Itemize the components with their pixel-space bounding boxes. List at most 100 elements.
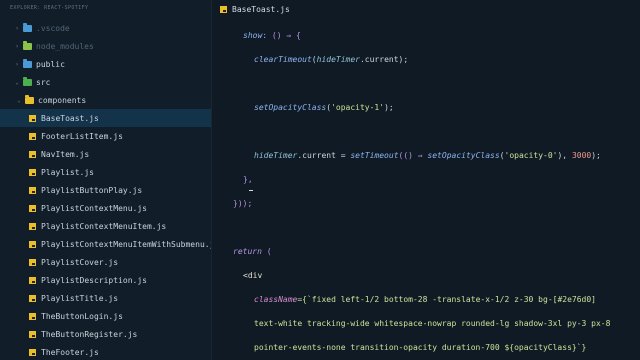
code-editor[interactable]: BaseToast.js show: () ⇒ { clearTimeout(h… — [212, 0, 640, 360]
js-file-icon — [29, 258, 36, 266]
code-token: setOpacityClass — [254, 103, 327, 112]
tree-folder-components[interactable]: ⌄ components — [0, 91, 211, 109]
code-token: <div — [243, 271, 263, 280]
tree-file[interactable]: PlaylistTitle.js — [0, 289, 211, 307]
tree-file[interactable]: PlaylistButtonPlay.js — [0, 181, 211, 199]
js-file-icon — [29, 114, 36, 122]
js-file-icon — [29, 168, 36, 176]
code-token: text-white tracking-wide whitespace-nowr… — [254, 319, 611, 328]
code-line: pointer-events-none transition-opacity d… — [254, 343, 586, 352]
js-file-icon — [29, 348, 36, 356]
tree-item-label: PlaylistContextMenu.js — [41, 203, 147, 213]
tree-file[interactable]: TheButtonRegister.js — [0, 325, 211, 343]
tree-item-label: TheButtonLogin.js — [41, 311, 123, 321]
tree-item-label: public — [36, 59, 65, 69]
tree-file[interactable]: PlaylistCover.js — [0, 253, 211, 271]
code-token: className — [254, 295, 298, 304]
tree-file[interactable]: TheButtonLogin.js — [0, 307, 211, 325]
tree-item-label: PlaylistDescription.js — [41, 275, 147, 285]
code-token: (() ⇒ — [398, 151, 428, 160]
folder-icon — [23, 40, 32, 50]
code-token: 'opacity-1' — [331, 103, 385, 112]
tree-file[interactable]: PlaylistContextMenuItem.js — [0, 217, 211, 235]
tree-item-label: PlaylistButtonPlay.js — [41, 185, 143, 195]
code-token: ); — [384, 103, 394, 112]
tree-file[interactable]: NavItem.js — [0, 145, 211, 163]
code-line: className={`fixed left-1/2 bottom-28 -tr… — [254, 295, 596, 304]
code-token: setOpacityClass — [427, 151, 500, 160]
code-token: ( — [261, 247, 272, 256]
js-file-icon — [29, 294, 36, 302]
tree-file[interactable]: PlaylistContextMenuItemWithSubmenu.js — [0, 235, 212, 253]
code-token: pointer-events-none transition-opacity d… — [254, 343, 587, 352]
code-line: }, — [243, 175, 253, 184]
code-line: return ( — [233, 247, 272, 256]
tree-item-label: src — [36, 77, 51, 87]
js-file-icon — [29, 204, 36, 212]
tree-file-basetoast[interactable]: BaseToast.js — [0, 109, 211, 127]
tree-file[interactable]: Playlist.js — [0, 163, 211, 181]
tree-folder-public[interactable]: › public — [0, 55, 211, 73]
tree-item-label: NavItem.js — [41, 149, 90, 159]
code-token: 'opacity-0' — [504, 151, 558, 160]
tree-item-label: FooterListItem.js — [41, 131, 123, 141]
chevron-right-icon: › — [15, 24, 19, 32]
js-file-icon — [29, 312, 36, 320]
tree-item-label: node_modules — [36, 41, 94, 51]
code-token: show — [243, 31, 263, 40]
code-line: text-white tracking-wide whitespace-nowr… — [254, 319, 610, 328]
tree-file[interactable]: PlaylistDescription.js — [0, 271, 211, 289]
chevron-down-icon: ⌄ — [15, 78, 19, 86]
tree-file[interactable]: TheFooter.js — [0, 343, 211, 360]
chevron-right-icon: › — [15, 60, 19, 68]
js-file-icon — [29, 150, 36, 158]
tree-item-label: PlaylistCover.js — [41, 257, 119, 267]
code-token: ={`fixed left-1/2 bottom-28 -translate-x… — [297, 295, 596, 304]
code-token: setTimeout — [350, 151, 399, 160]
tree-item-label: BaseToast.js — [41, 113, 99, 123]
code-token: hideTimer — [254, 151, 298, 160]
tree-item-label: PlaylistContextMenuItem.js — [41, 221, 167, 231]
code-token: ), — [557, 151, 572, 160]
tree-file[interactable]: PlaylistContextMenu.js — [0, 199, 211, 217]
code-token: return — [233, 247, 262, 256]
tree-folder-vscode[interactable]: › .vscode — [0, 19, 211, 37]
chevron-right-icon: › — [15, 42, 19, 50]
js-file-icon — [29, 222, 36, 230]
code-token: })); — [233, 199, 253, 208]
text-cursor — [249, 190, 253, 191]
js-file-icon — [220, 5, 227, 13]
tree-folder-src[interactable]: ⌄ src — [0, 73, 211, 91]
tree-item-label: .vscode — [36, 23, 70, 33]
tree-item-label: PlaylistTitle.js — [41, 293, 119, 303]
explorer-header: EXPLORER: REACT-SPOTIFY — [10, 5, 89, 11]
code-line: show: () ⇒ { — [243, 31, 301, 40]
tree-item-label: components — [38, 95, 87, 105]
tab-basetoast[interactable]: BaseToast.js — [220, 2, 290, 16]
js-file-icon — [29, 186, 36, 194]
folder-icon — [23, 22, 32, 32]
js-file-icon — [29, 240, 36, 248]
code-token: : () ⇒ { — [262, 31, 301, 40]
folder-open-icon — [23, 76, 32, 86]
code-line: clearTimeout(hideTimer.current); — [254, 55, 408, 64]
tab-label: BaseToast.js — [232, 4, 290, 14]
code-token: .current); — [359, 55, 409, 64]
code-token: 3000 — [571, 151, 592, 160]
js-file-icon — [29, 330, 36, 338]
tree-item-label: TheFooter.js — [41, 347, 99, 357]
code-token: ); — [591, 151, 601, 160]
code-line: setOpacityClass('opacity-1'); — [254, 103, 394, 112]
code-line: hideTimer.current = setTimeout(() ⇒ setO… — [254, 151, 601, 160]
code-token: }, — [243, 175, 253, 184]
folder-open-icon — [25, 94, 34, 104]
tree-file[interactable]: FooterListItem.js — [0, 127, 211, 145]
code-token: clearTimeout — [254, 55, 312, 64]
code-token: .current = — [297, 151, 351, 160]
code-line: })); — [233, 199, 252, 208]
tree-item-label: TheButtonRegister.js — [41, 329, 138, 339]
vscode-window: EXPLORER: REACT-SPOTIFY › .vscode › node… — [0, 0, 640, 360]
tree-folder-node-modules[interactable]: › node_modules — [0, 37, 211, 55]
code-token: hideTimer — [316, 55, 360, 64]
tree-item-label: PlaylistContextMenuItemWithSubmenu.js — [41, 239, 212, 249]
